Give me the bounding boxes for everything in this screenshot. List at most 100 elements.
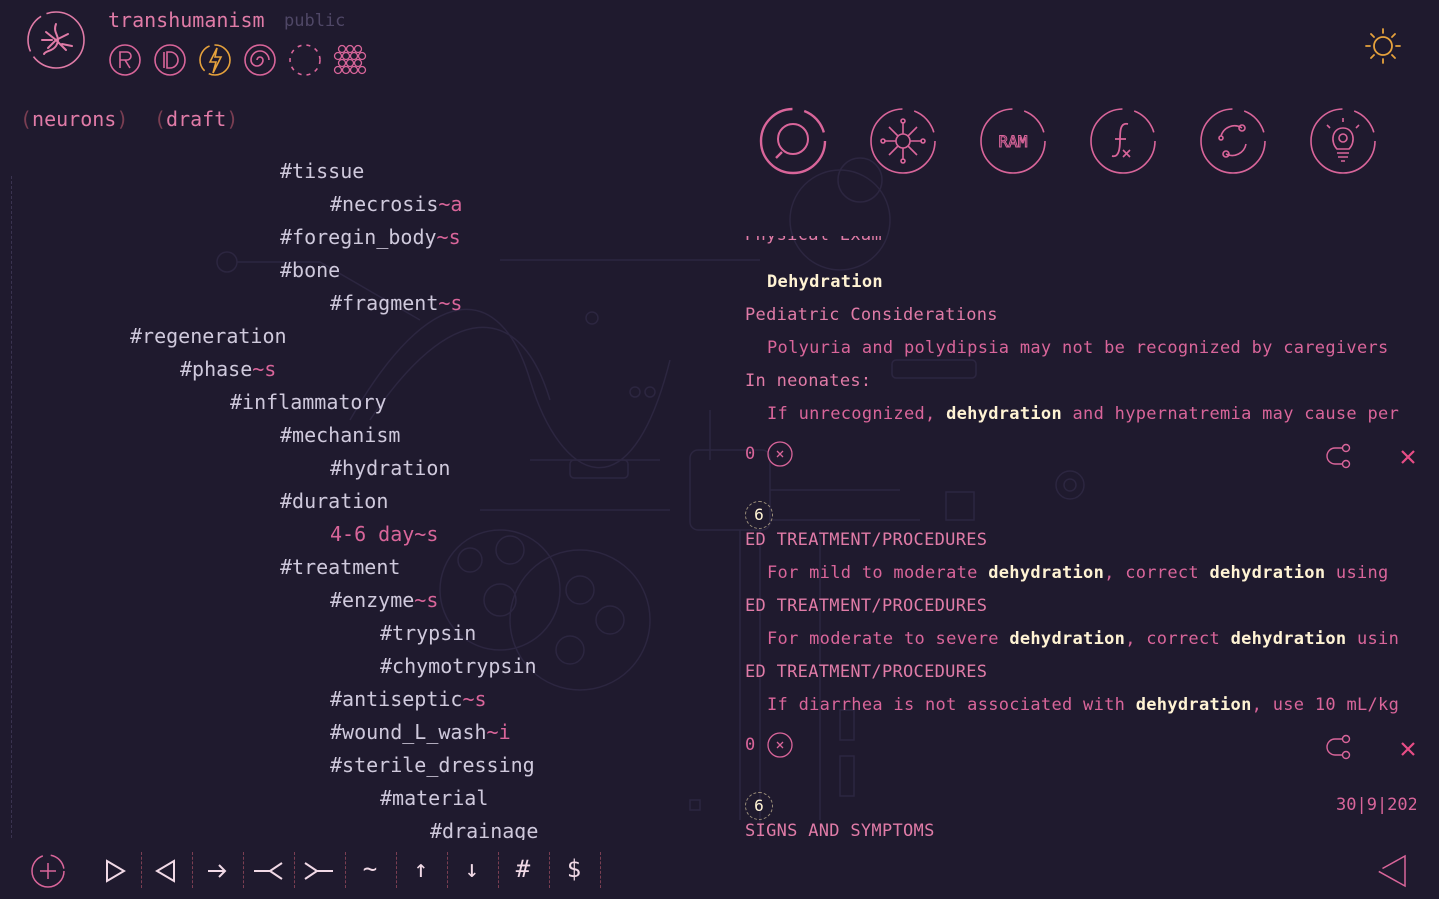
lightbulb-icon[interactable] <box>1308 106 1378 176</box>
close-icon[interactable] <box>1395 444 1421 470</box>
tree-node[interactable]: #inflammatory <box>230 390 387 414</box>
neuron-icon[interactable] <box>868 106 938 176</box>
tree-node[interactable]: #fragment~s <box>330 291 462 315</box>
tree-node[interactable]: #foregin_body~s <box>280 225 461 249</box>
result-heading[interactable]: ED TREATMENT/PROCEDURES <box>745 596 987 616</box>
result-heading[interactable]: SIGNS AND SYMPTOMS <box>745 821 935 840</box>
tree-node-label: #regeneration <box>130 324 287 348</box>
collapse-left-icon[interactable] <box>248 852 288 890</box>
dashed-circle-icon[interactable] <box>288 43 322 77</box>
ram-icon[interactable]: RAM <box>978 106 1048 176</box>
d-letter-icon[interactable] <box>153 43 187 77</box>
tree-node-label: #chymotrypsin <box>380 654 537 678</box>
visibility-label: public <box>284 11 346 31</box>
result-count: 0 <box>745 444 756 464</box>
tree-node-label: #material <box>380 786 489 810</box>
arrow-up-button[interactable]: ↑ <box>401 855 441 883</box>
remove-circle-icon[interactable] <box>767 732 793 758</box>
tree-node[interactable]: #wound_L_wash~i <box>330 720 511 744</box>
result-heading[interactable]: In neonates: <box>745 371 871 391</box>
tree-node[interactable]: #regeneration <box>130 324 287 348</box>
tree-node-label: #trypsin <box>380 621 477 645</box>
tree-node-label: 4-6 day <box>330 522 415 546</box>
tree-node-suffix: ~s <box>252 357 277 381</box>
tree-node-label: #foregin_body <box>280 225 437 249</box>
result-line[interactable]: If diarrhea is not associated with dehyd… <box>767 695 1399 715</box>
tree-node-label: #phase <box>180 357 253 381</box>
r-letter-icon[interactable] <box>108 43 142 77</box>
tree-node[interactable]: 4-6 day~s <box>330 522 438 546</box>
tree-node[interactable]: #phase~s <box>180 357 276 381</box>
toolbar-separator <box>192 852 193 888</box>
result-badge: 6 <box>745 792 773 820</box>
tree-node[interactable]: #tissue <box>280 160 364 183</box>
tree-node[interactable]: #duration <box>280 489 388 513</box>
toolbar-separator <box>243 852 244 888</box>
toolbar-separator <box>345 852 346 888</box>
play-icon[interactable] <box>95 852 135 890</box>
add-circle-icon[interactable] <box>28 852 68 890</box>
tree-node-label: #tissue <box>280 160 365 183</box>
tree-node[interactable]: #bone <box>280 258 340 282</box>
toolbar-separator <box>498 852 499 888</box>
tree-node[interactable]: #necrosis~a <box>330 192 462 216</box>
app-logo[interactable] <box>26 10 86 70</box>
result-heading[interactable]: ED TREATMENT/PROCEDURES <box>745 530 987 550</box>
tree-node[interactable]: #mechanism <box>280 423 400 447</box>
result-heading[interactable]: Pediatric Considerations <box>745 305 998 325</box>
tree-node-label: #bone <box>280 258 341 282</box>
back-icon[interactable] <box>146 852 186 890</box>
tree-node-suffix: ~a <box>438 192 463 216</box>
tab-draft[interactable]: (draft) <box>154 107 238 131</box>
tree-node[interactable]: #sterile_dressing <box>330 753 535 777</box>
dollar-button[interactable]: $ <box>554 855 594 883</box>
tree-node[interactable]: #antiseptic~s <box>330 687 487 711</box>
cycle-icon[interactable] <box>1198 106 1268 176</box>
app-title[interactable]: transhumanism <box>108 8 265 32</box>
result-heading-cut: Physical Exam <box>745 236 882 247</box>
tree-node-suffix: ~i <box>486 720 511 744</box>
result-keyword[interactable]: Dehydration <box>767 272 883 292</box>
tree-node[interactable]: #trypsin <box>380 621 476 645</box>
tree-node[interactable]: #hydration <box>330 456 450 480</box>
remove-circle-icon[interactable] <box>767 441 793 467</box>
toolbar-separator <box>549 852 550 888</box>
tilde-button[interactable]: ~ <box>350 855 390 883</box>
tree-node-label: #hydration <box>330 456 451 480</box>
tab-neurons[interactable]: (neurons) <box>20 107 128 131</box>
share-icon[interactable] <box>1326 734 1352 760</box>
result-line[interactable]: For moderate to severe dehydration, corr… <box>767 629 1399 649</box>
tree-node-label: #mechanism <box>280 423 401 447</box>
result-line[interactable]: For mild to moderate dehydration, correc… <box>767 563 1389 583</box>
tree-node-label: #necrosis <box>330 192 439 216</box>
spiral-icon[interactable] <box>243 43 277 77</box>
toolbar-separator <box>294 852 295 888</box>
collapse-panel-icon[interactable] <box>1372 852 1412 890</box>
result-count: 0 <box>745 735 756 755</box>
tree-node[interactable]: #chymotrypsin <box>380 654 537 678</box>
search-results: Physical Exam Dehydration Pediatric Cons… <box>740 236 1430 840</box>
sun-icon[interactable] <box>1364 27 1402 65</box>
result-line[interactable]: Polyuria and polydipsia may not be recog… <box>767 338 1389 358</box>
collapse-right-icon[interactable] <box>299 852 339 890</box>
tree-node[interactable]: #treatment <box>280 555 400 579</box>
close-icon[interactable] <box>1395 736 1421 762</box>
function-icon[interactable] <box>1088 106 1158 176</box>
tree-node[interactable]: #material <box>380 786 488 810</box>
result-heading[interactable]: ED TREATMENT/PROCEDURES <box>745 662 987 682</box>
tree-node[interactable]: #enzyme~s <box>330 588 438 612</box>
tree-node[interactable]: #drainage <box>430 819 538 840</box>
lightning-icon[interactable] <box>198 43 232 77</box>
result-line[interactable]: If unrecognized, dehydration and hyperna… <box>767 404 1399 424</box>
tree-node-label: #antiseptic <box>330 687 463 711</box>
tab-draft-label: draft <box>166 107 227 131</box>
result-date: 30|9|202 <box>1336 795 1416 815</box>
tree-node-label: #drainage <box>430 819 539 840</box>
search-icon[interactable] <box>758 106 828 176</box>
arrow-right-icon[interactable] <box>197 852 237 890</box>
hexagon-grid-icon[interactable] <box>333 43 367 77</box>
share-icon[interactable] <box>1326 443 1352 469</box>
hash-button[interactable]: # <box>503 855 543 883</box>
arrow-down-button[interactable]: ↓ <box>452 855 492 883</box>
toolbar-separator <box>141 852 142 888</box>
